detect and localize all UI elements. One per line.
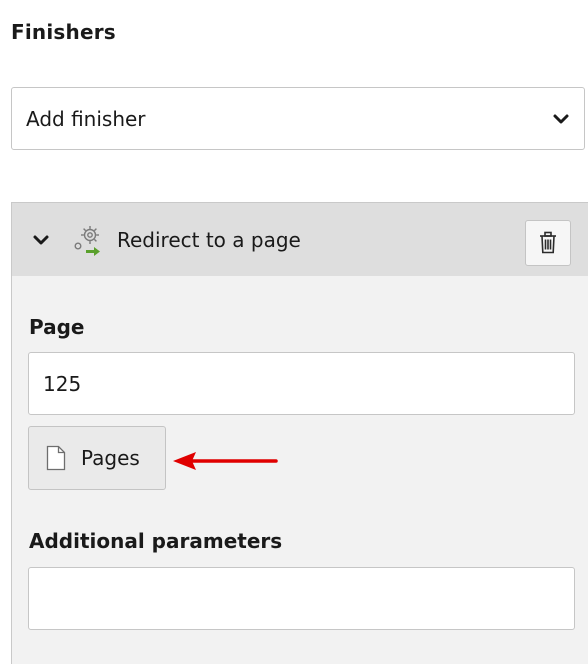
- chevron-down-icon[interactable]: [32, 231, 50, 249]
- document-icon: [46, 445, 66, 471]
- finisher-panel-header[interactable]: Redirect to a page: [12, 203, 588, 276]
- finishers-heading: Finishers: [11, 20, 116, 44]
- trash-icon: [540, 231, 556, 254]
- additional-parameters-label: Additional parameters: [29, 529, 283, 553]
- finisher-redirect-panel: Redirect to a page Page 125 Pages Additi…: [11, 202, 588, 664]
- pages-browse-button[interactable]: Pages: [28, 426, 166, 490]
- page-input-value: 125: [43, 371, 82, 396]
- finisher-title: Redirect to a page: [117, 228, 301, 252]
- page-input[interactable]: 125: [28, 352, 575, 415]
- form-editor-finishers-panel: Finishers Add finisher Redirect to a pag…: [0, 0, 588, 664]
- page-field-label: Page: [29, 315, 85, 339]
- chevron-down-icon: [553, 114, 569, 124]
- gear-redirect-icon: [74, 226, 100, 256]
- red-arrow-icon: [173, 452, 278, 470]
- add-finisher-select-value: Add finisher: [26, 106, 146, 131]
- pages-button-label: Pages: [81, 446, 140, 470]
- add-finisher-select[interactable]: Add finisher: [11, 87, 585, 150]
- additional-parameters-input[interactable]: [28, 567, 575, 630]
- remove-finisher-button[interactable]: [525, 220, 571, 266]
